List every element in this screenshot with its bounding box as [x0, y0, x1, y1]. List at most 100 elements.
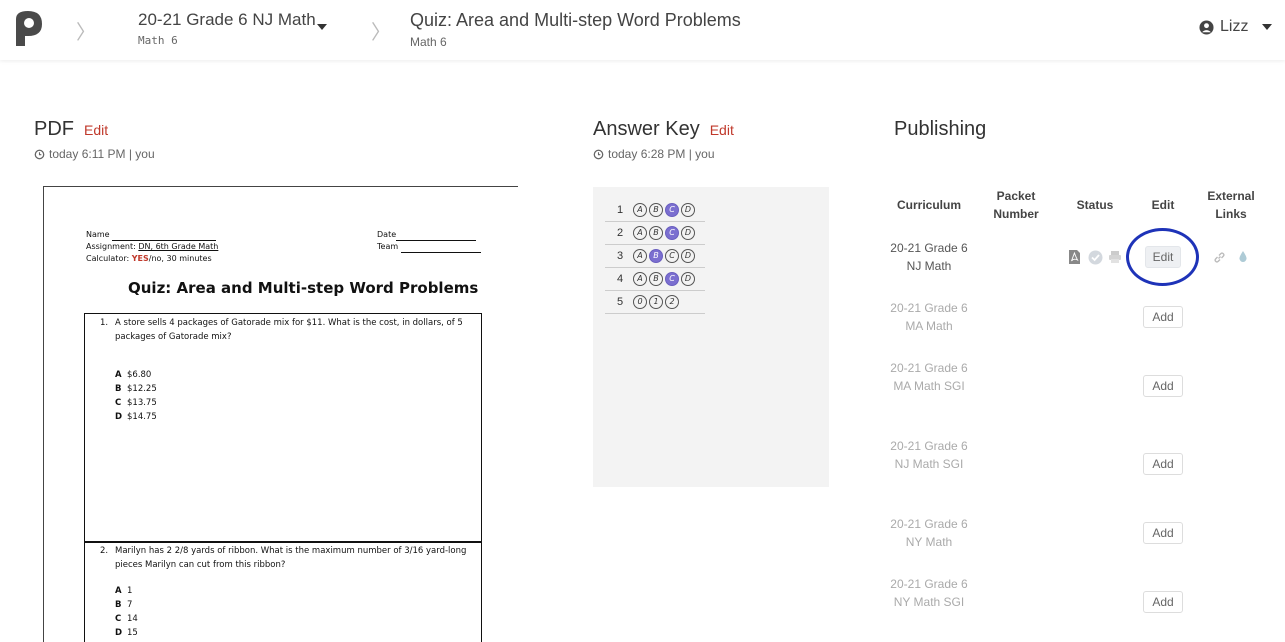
- pdf-header-right: Date Team: [377, 229, 481, 253]
- add-button[interactable]: Add: [1143, 375, 1183, 397]
- answer-bubble: C: [665, 249, 679, 263]
- answer-key-title: Answer Key: [593, 118, 700, 140]
- user-icon: [1199, 19, 1214, 35]
- calculator-yes: YES: [131, 254, 149, 263]
- question-1-choices: A $6.80 B $12.25 C $13.75 D $14.75: [115, 368, 157, 424]
- curriculum-name: 20-21 Grade 6 NY Math SGI: [890, 577, 968, 609]
- name-label: Name: [86, 230, 110, 239]
- check-icon: [1088, 250, 1103, 265]
- question-2-body: Marilyn has 2 2/8 yards of ribbon. What …: [115, 546, 467, 570]
- assessment-subtitle: Math 6: [410, 35, 447, 49]
- breadcrumb-assessment: Quiz: Area and Multi-step Word Problems …: [410, 10, 741, 49]
- curriculum-name: 20-21 Grade 6 NJ Math SGI: [890, 439, 968, 471]
- answer-bubble: B: [649, 203, 663, 217]
- quiz-title: Quiz: Area and Multi-step Word Problems: [128, 279, 479, 297]
- answer-bubble: D: [681, 272, 695, 286]
- drop-icon[interactable]: [1238, 250, 1248, 263]
- logo-icon[interactable]: [14, 9, 44, 47]
- chevron-down-icon: [1262, 24, 1273, 30]
- assignment-label: Assignment:: [86, 242, 136, 251]
- col-status: Status: [1076, 198, 1114, 212]
- answer-bubble: B: [649, 249, 663, 263]
- pdf-header-left: Name Assignment: DN, 6th Grade Math Calc…: [86, 229, 218, 265]
- pdf-timestamp: today 6:11 PM | you: [49, 147, 155, 161]
- answer-bubble: C: [665, 203, 679, 217]
- question-1-number: 1.: [100, 318, 109, 328]
- user-menu[interactable]: Lizz: [1199, 18, 1273, 36]
- col-curriculum: Curriculum: [896, 198, 961, 212]
- question-1-body: A store sells 4 packages of Gatorade mix…: [115, 318, 463, 342]
- add-button[interactable]: Add: [1143, 306, 1183, 328]
- answer-bubble: B: [649, 226, 663, 240]
- clock-icon: [593, 149, 604, 159]
- answer-key-timestamp: today 6:28 PM | you: [608, 147, 715, 161]
- publishing-title: Publishing: [894, 118, 987, 140]
- calculator-rest: /no, 30 minutes: [148, 254, 212, 263]
- pdf-preview[interactable]: Name Assignment: DN, 6th Grade Math Calc…: [43, 186, 518, 642]
- user-name: Lizz: [1220, 18, 1249, 35]
- curriculum-name: 20-21 Grade 6 MA Math: [890, 301, 968, 333]
- top-header: 〉 20-21 Grade 6 NJ Math Math 6 〉 Quiz: A…: [0, 0, 1285, 60]
- pdf-meta: today 6:11 PM | you: [34, 147, 155, 161]
- pdf-icon[interactable]: [1068, 249, 1081, 265]
- curriculum-title: 20-21 Grade 6 NJ Math: [138, 10, 316, 29]
- answer-bubble: D: [681, 203, 695, 217]
- answer-key-row: 5012: [605, 291, 705, 314]
- answer-key-row: 3ABCD: [605, 245, 705, 268]
- answer-key-question-number: 1: [617, 204, 624, 216]
- breadcrumb-separator-icon: 〉: [371, 20, 391, 44]
- answer-bubble: D: [681, 226, 695, 240]
- answer-bubble: 2: [665, 295, 679, 309]
- curriculum-subtitle: Math 6: [138, 34, 178, 47]
- add-button[interactable]: Add: [1143, 522, 1183, 544]
- answer-bubble: A: [633, 226, 647, 240]
- answer-key-panel[interactable]: 1ABCD2ABCD3ABCD4ABCD5012: [593, 187, 829, 487]
- choice: D $14.75: [115, 412, 157, 422]
- answer-key-section-title: Answer Key Edit: [593, 118, 734, 141]
- answer-bubble: D: [681, 249, 695, 263]
- answer-bubble: A: [633, 203, 647, 217]
- answer-bubble: C: [665, 226, 679, 240]
- assignment-value: DN, 6th Grade Math: [138, 242, 219, 251]
- chevron-down-icon[interactable]: [317, 24, 327, 30]
- answer-key-question-number: 5: [617, 296, 624, 308]
- calculator-label: Calculator:: [86, 254, 130, 263]
- choice: A $6.80: [115, 370, 152, 380]
- choice: D 15: [115, 628, 138, 638]
- question-1-text: 1. A store sells 4 packages of Gatorade …: [100, 316, 470, 344]
- question-2-choices: A1 B7 C 14 D 15: [115, 584, 138, 640]
- link-icon[interactable]: [1213, 251, 1226, 264]
- curriculum-name: 20-21 Grade 6 MA Math SGI: [890, 361, 968, 393]
- answer-key-edit-link[interactable]: Edit: [710, 122, 734, 138]
- answer-key-row: 2ABCD: [605, 222, 705, 245]
- answer-bubble: A: [633, 272, 647, 286]
- question-box-1: 1. A store sells 4 packages of Gatorade …: [84, 313, 482, 543]
- date-label: Date: [377, 230, 397, 239]
- pdf-title: PDF: [34, 118, 74, 140]
- answer-key-row: 1ABCD: [605, 199, 705, 222]
- answer-bubble: 1: [649, 295, 663, 309]
- add-button[interactable]: Add: [1143, 453, 1183, 475]
- question-2-number: 2.: [100, 546, 109, 556]
- annotation-circle: [1126, 228, 1199, 286]
- breadcrumb-curriculum[interactable]: 20-21 Grade 6 NJ Math Math 6: [138, 10, 316, 47]
- answer-key-question-number: 3: [617, 250, 624, 262]
- assessment-title: Quiz: Area and Multi-step Word Problems: [410, 10, 741, 30]
- answer-bubble: A: [633, 249, 647, 263]
- answer-key-meta: today 6:28 PM | you: [593, 147, 715, 161]
- choice: B $12.25: [115, 384, 157, 394]
- choice: B7: [115, 600, 133, 610]
- print-icon[interactable]: [1108, 250, 1122, 264]
- col-edit: Edit: [1151, 198, 1175, 212]
- choice: A1: [115, 586, 133, 596]
- answer-key-row: 4ABCD: [605, 268, 705, 291]
- answer-key-question-number: 2: [617, 227, 624, 239]
- pdf-edit-link[interactable]: Edit: [84, 122, 108, 138]
- breadcrumb-separator-icon: 〉: [76, 20, 96, 44]
- clock-icon: [34, 149, 45, 159]
- team-label: Team: [377, 242, 399, 251]
- answer-bubble: 0: [633, 295, 647, 309]
- choice: C $13.75: [115, 398, 157, 408]
- add-button[interactable]: Add: [1143, 591, 1183, 613]
- col-external-links: External Links: [1207, 189, 1255, 221]
